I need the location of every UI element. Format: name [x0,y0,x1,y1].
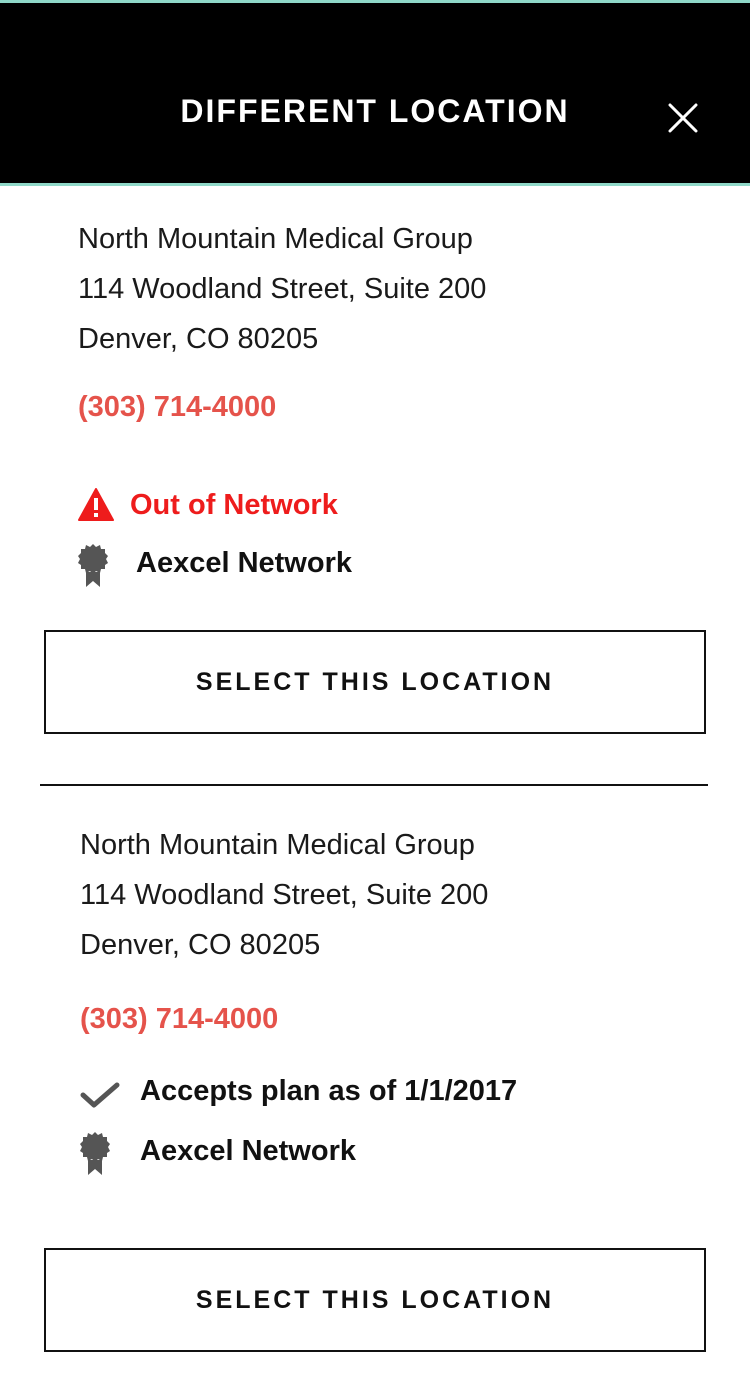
location-city-state-zip: Denver, CO 80205 [80,929,321,961]
location-name: North Mountain Medical Group [80,829,475,861]
location-street: 114 Woodland Street, Suite 200 [80,879,489,911]
header-bottom-accent [0,183,750,186]
network-status-text: Accepts plan as of 1/1/2017 [140,1075,518,1107]
select-location-button[interactable]: SELECT THIS LOCATION [44,1248,706,1352]
location-city-state-zip: Denver, CO 80205 [78,323,319,355]
divider [40,784,708,786]
location-street: 114 Woodland Street, Suite 200 [78,273,487,305]
location-name: North Mountain Medical Group [78,223,473,255]
modal-header: DIFFERENT LOCATION [0,3,750,183]
close-icon [668,103,698,133]
network-text: Aexcel Network [140,1135,356,1167]
network-text: Aexcel Network [136,547,352,579]
phone-link[interactable]: (303) 714-4000 [78,389,276,425]
page-title: DIFFERENT LOCATION [180,93,570,129]
award-badge-icon [78,544,108,587]
close-button[interactable] [662,97,704,139]
network-status-text: Out of Network [130,489,338,521]
phone-link[interactable]: (303) 714-4000 [80,1001,278,1037]
warning-icon [78,488,114,521]
select-location-button[interactable]: SELECT THIS LOCATION [44,630,706,734]
checkmark-icon [80,1082,120,1108]
award-badge-icon [80,1132,110,1175]
